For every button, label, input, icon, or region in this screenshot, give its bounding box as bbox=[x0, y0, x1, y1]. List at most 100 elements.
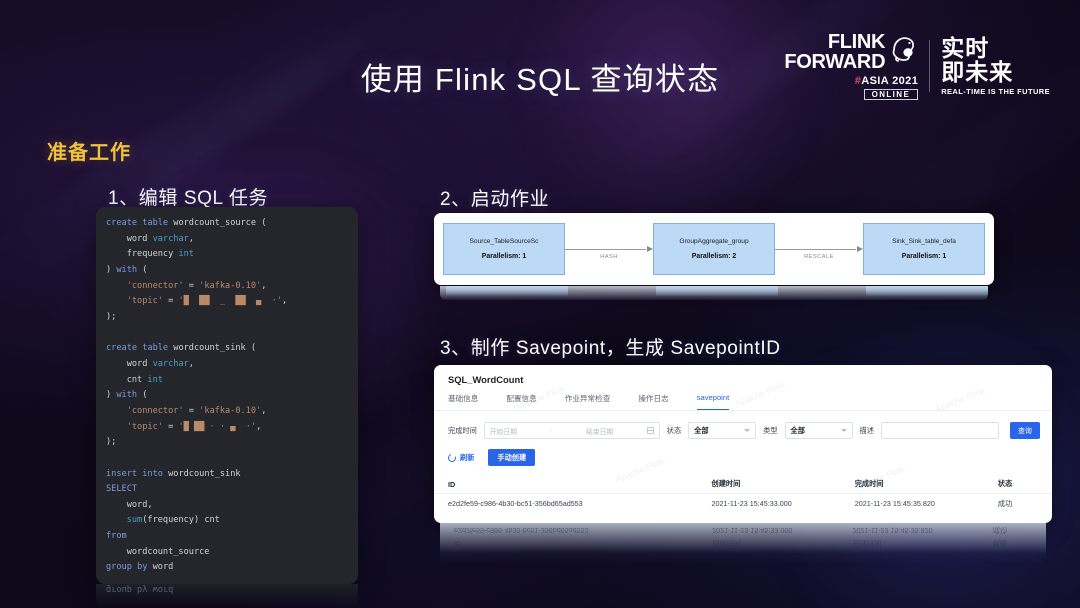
logo-divider bbox=[929, 40, 931, 93]
query-button[interactable]: 查询 bbox=[1009, 422, 1040, 439]
dag-node-parallelism: Parallelism: 1 bbox=[901, 253, 947, 260]
code-token: , bbox=[188, 233, 194, 244]
dag-node[interactable]: Source_TableSourceSc Parallelism: 1 bbox=[443, 223, 565, 275]
chevron-down-icon bbox=[840, 429, 847, 432]
date-range-input[interactable]: 开始日期 - 结束日期 bbox=[483, 422, 660, 439]
tab-basic-info[interactable]: 基础信息 bbox=[448, 393, 478, 410]
code-line: sum(frequency) cnt bbox=[106, 513, 348, 529]
code-line: 'connector' = 'kafka-0.10', bbox=[106, 404, 348, 420]
code-line: word varchar, bbox=[106, 357, 348, 373]
dag-edge-line bbox=[775, 249, 856, 250]
reflection-cell-id: e2d2fe59-c986-4b30-bc51-356bd65ad553 bbox=[454, 526, 589, 535]
description-label: 描述 bbox=[859, 425, 874, 435]
code-token: int bbox=[147, 374, 163, 385]
code-token: 'kafka-0.10' bbox=[199, 280, 262, 291]
sql-code-block: create table wordcount_source ( word var… bbox=[106, 216, 348, 576]
code-line: ) with ( bbox=[106, 263, 348, 279]
sql-code-card: create table wordcount_source ( word var… bbox=[96, 207, 358, 584]
dag-node[interactable]: GroupAggregate_group Parallelism: 2 bbox=[653, 223, 775, 275]
code-token: cnt bbox=[106, 374, 148, 385]
manual-create-button[interactable]: 手动创建 bbox=[488, 449, 536, 466]
code-line: 'topic' = '█ ██ · · ▄ ·', bbox=[106, 420, 348, 436]
reflection-cell-status: 成功 bbox=[992, 526, 1008, 535]
calendar-icon bbox=[646, 427, 654, 434]
code-line: create table wordcount_source ( bbox=[106, 216, 348, 232]
type-select[interactable]: 全部 bbox=[784, 422, 853, 439]
code-token: ) bbox=[106, 264, 117, 275]
code-token: 'topic' bbox=[126, 296, 163, 307]
tab-exception-check[interactable]: 作业异常检查 bbox=[565, 393, 611, 410]
job-graph-panel: Source_TableSourceSc Parallelism: 1 HASH… bbox=[434, 213, 994, 285]
reflection-row: e2d2fe59-c986-4b30-bc51-356bd65ad553 202… bbox=[440, 525, 1046, 535]
section-header: 准备工作 bbox=[47, 142, 131, 164]
code-token: create bbox=[106, 343, 138, 354]
reflection-header-finished: 完成时间 bbox=[852, 539, 882, 548]
column-header-status: 状态 bbox=[997, 479, 1013, 488]
column-header-id: ID bbox=[448, 479, 456, 489]
code-token: , bbox=[256, 421, 262, 432]
code-token: int bbox=[178, 249, 194, 260]
type-label: 类型 bbox=[763, 425, 778, 435]
table-header-row: ID 创建时间 完成时间 状态 bbox=[434, 475, 1052, 494]
logo-right-block: 实时 即未来 REAL-TIME IS THE FUTURE bbox=[941, 36, 1050, 96]
code-token: word bbox=[106, 358, 153, 369]
column-header-created: 创建时间 bbox=[711, 479, 741, 488]
sql-code-reflection-text: group by word bbox=[106, 584, 174, 594]
dag-reflection-node bbox=[656, 286, 778, 296]
code-token: ); bbox=[106, 311, 117, 322]
logo-wordmark: FLINK FORWARD bbox=[784, 32, 918, 73]
dag-edge: HASH bbox=[565, 223, 653, 275]
sql-code-reflection: group by word bbox=[96, 584, 358, 608]
code-token: '█ ██ _ ██ ▄ ·' bbox=[178, 296, 282, 307]
dag-edge-label: RESCALE bbox=[804, 254, 834, 260]
refresh-label: 刷新 bbox=[460, 452, 475, 462]
code-token: frequency bbox=[106, 249, 179, 260]
logo-cn-line1: 实时 bbox=[941, 35, 990, 62]
dag-edge: RESCALE bbox=[775, 223, 863, 275]
logo-wordmark-text: FLINK FORWARD bbox=[784, 32, 885, 73]
code-token: , bbox=[261, 280, 267, 291]
refresh-button[interactable]: 刷新 bbox=[446, 452, 475, 463]
table-row[interactable]: e2d2fe59-c986-4b30-bc51-356bd65ad553 202… bbox=[434, 494, 1052, 513]
code-line: ); bbox=[106, 310, 348, 326]
code-line: SELECT bbox=[106, 482, 348, 498]
tab-savepoint[interactable]: savepoint bbox=[696, 393, 730, 410]
logo-cn-line2: 即未来 bbox=[941, 59, 1014, 86]
dag-node[interactable]: Sink_Sink_table_defa Parallelism: 1 bbox=[863, 223, 985, 275]
code-token: 'connector' bbox=[126, 405, 184, 416]
finish-time-label: 完成时间 bbox=[448, 425, 477, 435]
code-line: group by word bbox=[106, 560, 348, 576]
step-3-heading: 3、制作 Savepoint，生成 SavepointID bbox=[440, 338, 781, 359]
reflection-header-created: 创建时间 bbox=[712, 539, 741, 548]
status-badge: 成功 bbox=[997, 498, 1013, 508]
status-select[interactable]: 全部 bbox=[688, 422, 757, 439]
description-input[interactable] bbox=[880, 422, 999, 439]
code-token: varchar bbox=[152, 233, 189, 244]
code-line: create table wordcount_sink ( bbox=[106, 341, 348, 357]
step-1-heading: 1、编辑 SQL 任务 bbox=[108, 188, 269, 209]
code-token: (frequency) cnt bbox=[142, 515, 220, 526]
type-select-value: 全部 bbox=[790, 425, 805, 435]
code-token: ( bbox=[137, 264, 148, 275]
code-token: word bbox=[147, 562, 174, 573]
squirrel-icon bbox=[888, 33, 918, 67]
code-line: cnt int bbox=[106, 373, 348, 389]
dag-node-name: GroupAggregate_group bbox=[679, 238, 749, 245]
tab-operation-log[interactable]: 操作日志 bbox=[638, 393, 668, 410]
code-line: frequency int bbox=[106, 247, 348, 263]
code-line: wordcount_source bbox=[106, 545, 348, 561]
savepoint-action-bar: 刷新 手动创建 bbox=[434, 439, 1052, 466]
tab-config-info[interactable]: 配置信息 bbox=[506, 393, 536, 410]
logo-asia-text: ASIA 2021 bbox=[861, 74, 919, 87]
dag-edge-arrow-icon bbox=[647, 245, 653, 252]
code-token: from bbox=[106, 531, 127, 542]
code-line: 'topic' = '█ ██ _ ██ ▄ ·', bbox=[106, 294, 348, 310]
dag-edge-label: HASH bbox=[600, 254, 618, 260]
savepoint-tabs: 基础信息 配置信息 作业异常检查 操作日志 savepoint bbox=[434, 385, 1052, 411]
code-line: insert into wordcount_sink bbox=[106, 467, 348, 483]
code-token: , bbox=[188, 358, 194, 369]
